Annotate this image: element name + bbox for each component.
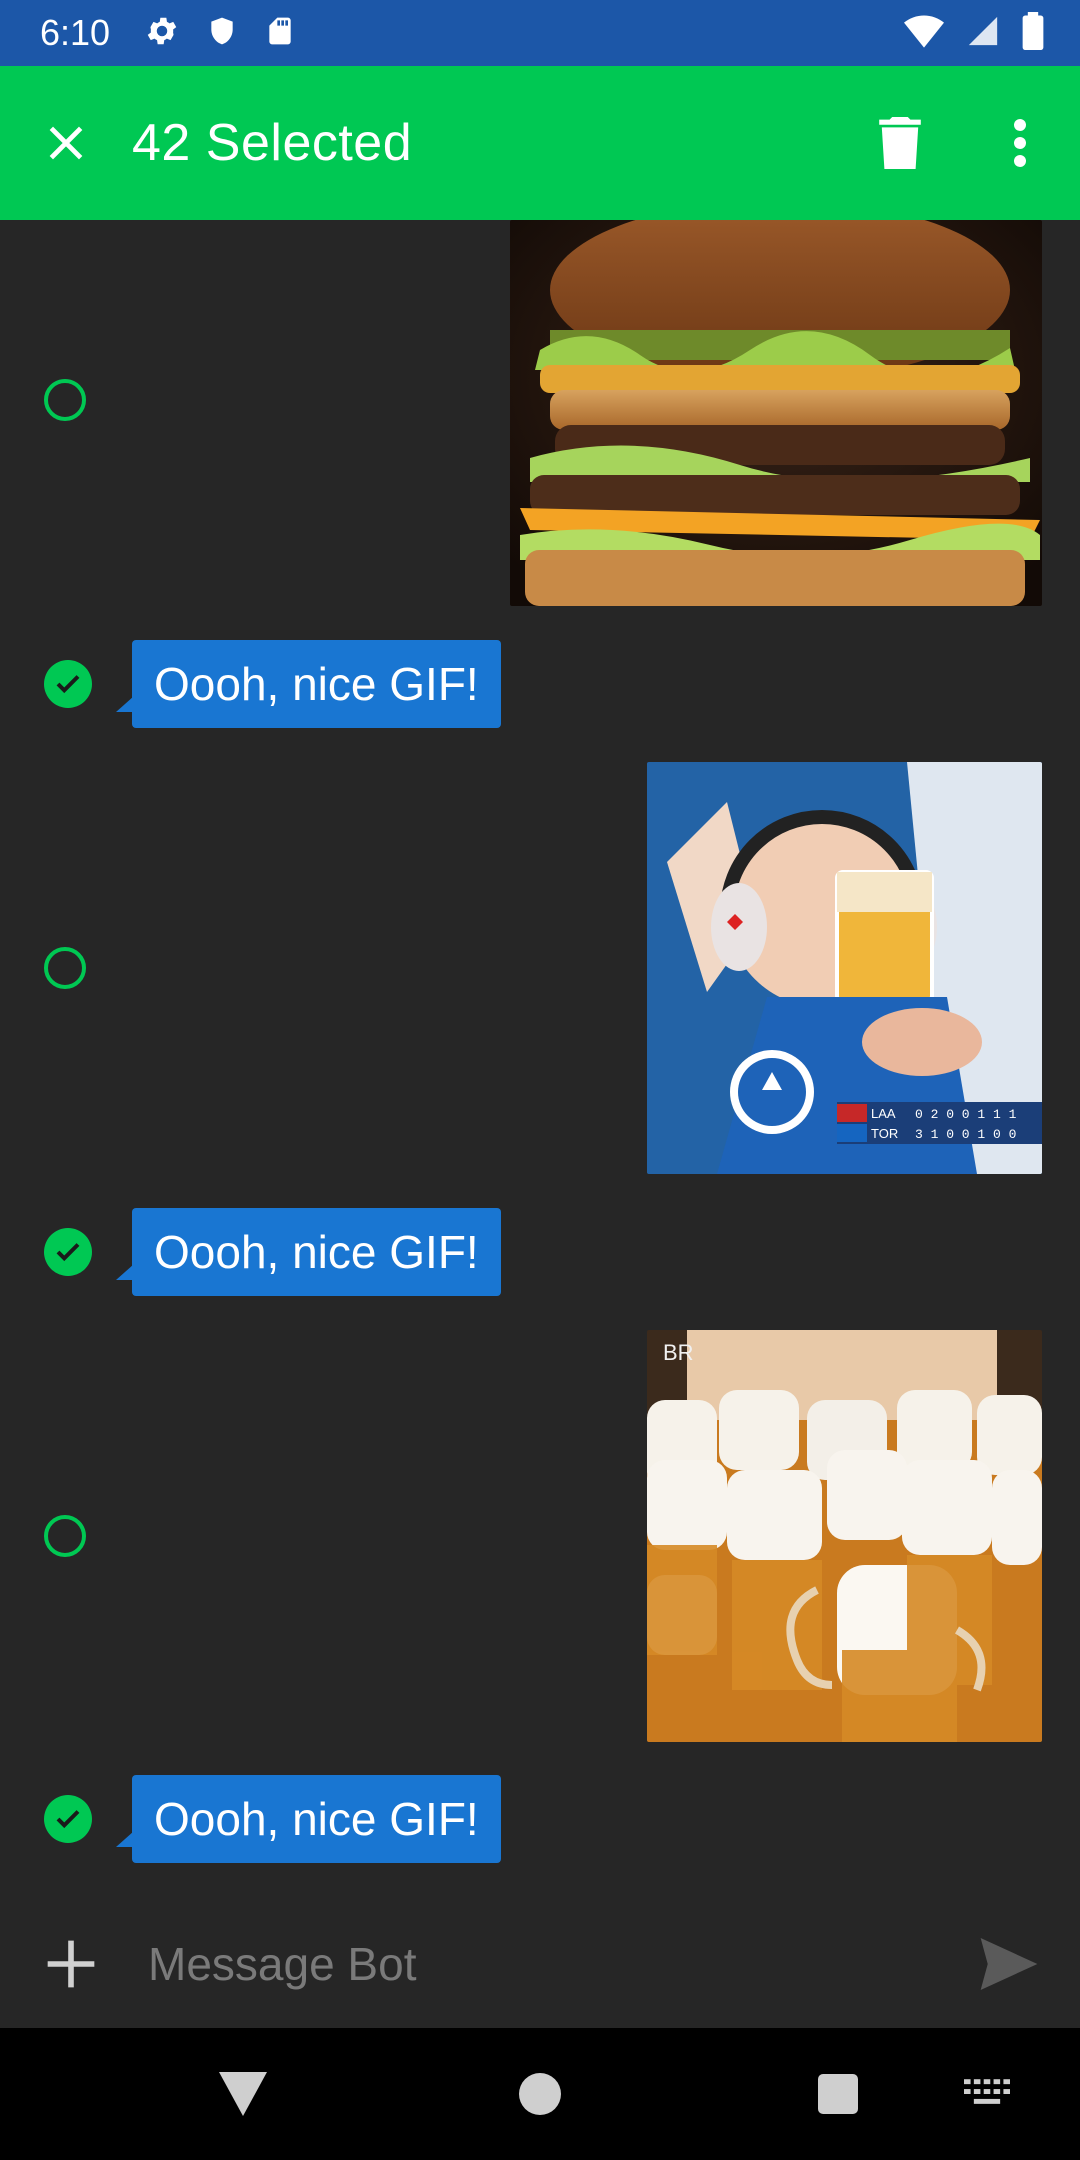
message-row[interactable]: Oooh, nice GIF! [0,1775,1080,1865]
message-list[interactable]: Oooh, nice GIF! LAA TOR 0 2 0 0 1 1 1 3 … [0,220,1080,1900]
message-input[interactable] [146,1936,930,1992]
send-button[interactable] [974,1929,1044,1999]
unselected-circle-icon[interactable] [44,379,86,421]
recents-button[interactable] [793,2049,883,2139]
message-bubble[interactable]: Oooh, nice GIF! [116,640,501,728]
delete-button[interactable] [860,103,940,183]
gif-message-burger[interactable] [510,220,1042,606]
gif-message-baby-with-beer[interactable]: LAA TOR 0 2 0 0 1 1 1 3 1 0 0 1 0 0 [647,762,1042,1174]
message-row[interactable] [0,220,1080,606]
message-row[interactable]: BR [0,1330,1080,1742]
scoreboard-row2: 3 1 0 0 1 0 0 [915,1127,1016,1142]
selection-count-title: 42 Selected [132,114,413,172]
send-icon [980,1938,1038,1990]
scoreboard-team2: TOR [871,1126,898,1141]
battery-icon [1022,11,1044,55]
sd-card-icon [264,13,296,54]
unselected-circle-icon[interactable] [44,947,86,989]
delete-icon [879,117,921,169]
home-circle-icon [519,2073,561,2115]
selected-check-icon[interactable] [44,660,92,708]
status-bar: 6:10 [0,0,1080,66]
message-composer [0,1900,1080,2028]
scoreboard-row1: 0 2 0 0 1 1 1 [915,1107,1017,1122]
message-row[interactable]: LAA TOR 0 2 0 0 1 1 1 3 1 0 0 1 0 0 [0,762,1080,1174]
back-triangle-icon [219,2072,267,2116]
recents-square-icon [818,2074,858,2114]
home-button[interactable] [495,2049,585,2139]
wifi-icon [904,14,944,53]
attach-button[interactable] [36,1929,106,1999]
selection-app-bar: 42 Selected [0,66,1080,220]
message-bubble[interactable]: Oooh, nice GIF! [116,1208,501,1296]
keyboard-button[interactable] [942,2049,1032,2139]
more-vert-icon [1014,119,1026,167]
gif-message-beer-mugs[interactable]: BR [647,1330,1042,1742]
message-row[interactable]: Oooh, nice GIF! [0,640,1080,730]
message-row[interactable]: Oooh, nice GIF! [0,1208,1080,1298]
close-icon [49,126,83,160]
settings-icon [144,13,180,54]
scoreboard-team1: LAA [871,1106,896,1121]
more-options-button[interactable] [980,103,1060,183]
system-navigation-bar [0,2028,1080,2160]
selected-check-icon[interactable] [44,1795,92,1843]
selected-check-icon[interactable] [44,1228,92,1276]
back-button[interactable] [198,2049,288,2139]
message-bubble[interactable]: Oooh, nice GIF! [116,1775,501,1863]
shield-icon [206,13,238,54]
close-selection-button[interactable] [26,103,106,183]
status-time: 6:10 [40,12,111,53]
unselected-circle-icon[interactable] [44,1515,86,1557]
signal-icon [966,14,1000,53]
plus-icon [47,1940,95,1988]
keyboard-icon [964,2079,1010,2104]
watermark-text: BR [663,1340,694,1365]
